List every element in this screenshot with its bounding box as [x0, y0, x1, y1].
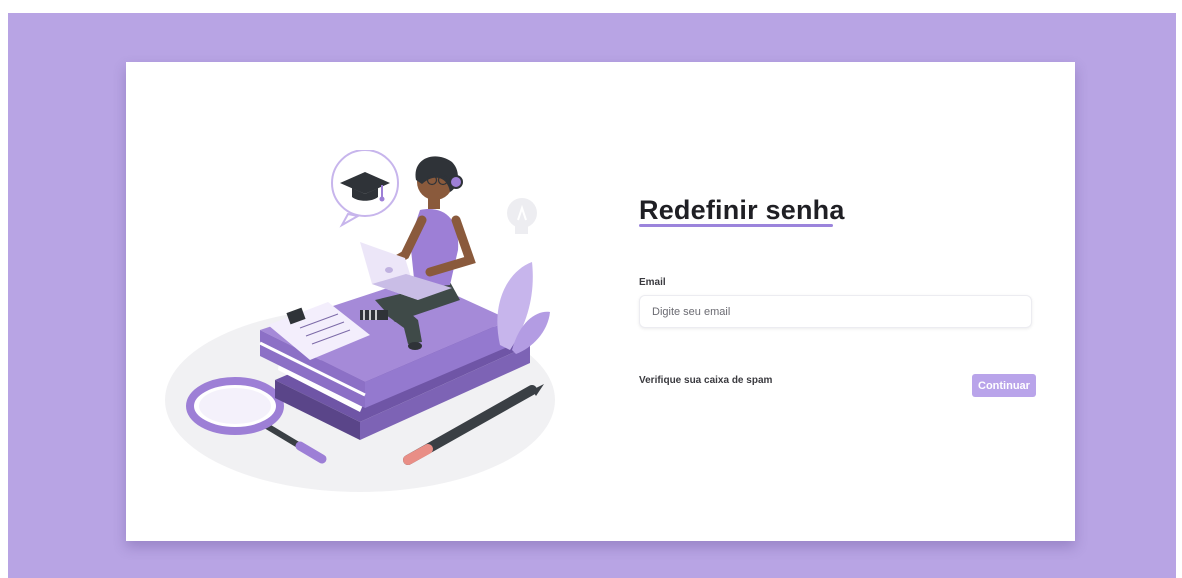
plant-icon	[497, 262, 550, 354]
email-field[interactable]	[639, 295, 1032, 328]
email-label: Email	[639, 277, 666, 288]
spam-hint: Verifique sua caixa de spam	[639, 375, 773, 386]
study-illustration	[160, 150, 570, 495]
page-title: Redefinir senha	[639, 195, 845, 225]
thought-bubble	[331, 150, 399, 228]
title-underline	[639, 224, 833, 227]
continue-button[interactable]: Continuar	[972, 374, 1036, 397]
lightbulb-icon	[507, 198, 537, 234]
